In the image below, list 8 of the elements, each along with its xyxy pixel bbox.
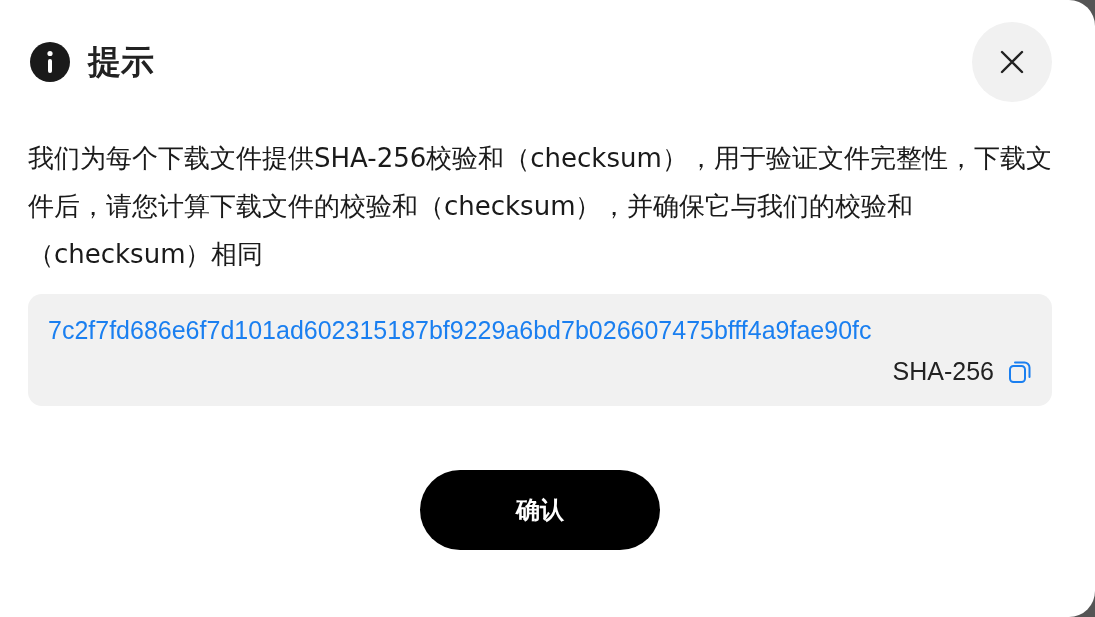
confirm-button[interactable]: 确认 xyxy=(420,470,660,550)
copy-icon[interactable] xyxy=(1008,359,1032,384)
info-icon xyxy=(30,42,70,82)
algorithm-label: SHA-256 xyxy=(892,357,994,386)
checksum-value: 7c2f7fd686e6f7d101ad602315187bf9229a6bd7b026607475bfff4a9fae90fc xyxy=(48,316,873,345)
close-icon xyxy=(1000,50,1024,74)
message-text: 我们为每个下载文件提供SHA-256校验和（checksum），用于验证文件完整性，下载文件后，请您计算下载文件的校验和（checksum），并确保它与我们的校验和（checksum）相同 xyxy=(28,142,1052,271)
dialog-title: 提示 xyxy=(88,40,155,83)
